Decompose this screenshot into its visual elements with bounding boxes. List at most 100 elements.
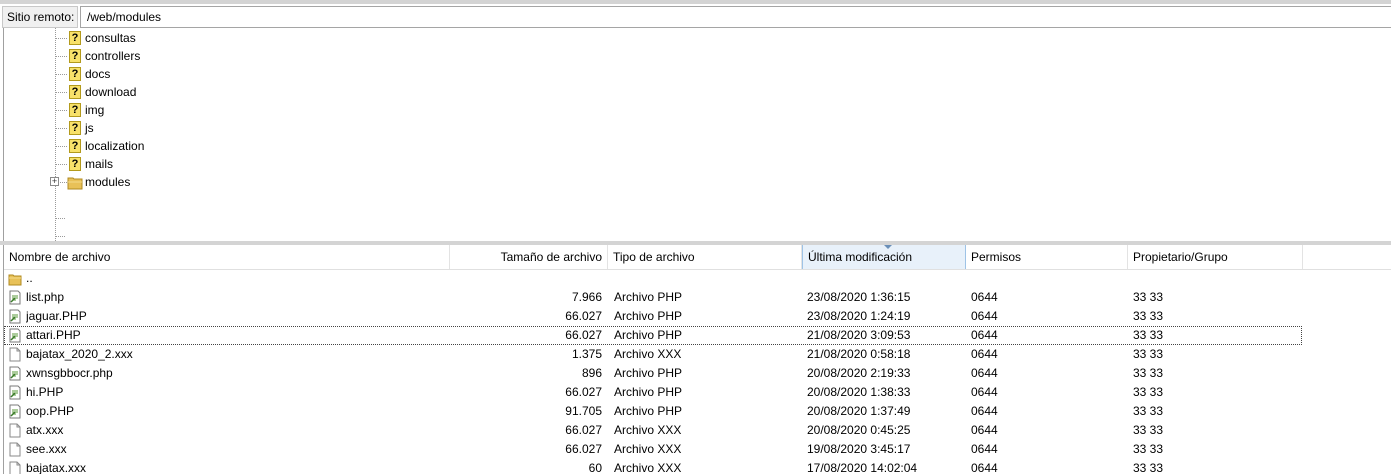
file-size: 66.027: [565, 328, 602, 342]
file-name: hi.PHP: [26, 385, 64, 399]
file-type: Archivo XXX: [614, 347, 682, 361]
file-row[interactable]: jaguar.PHP 66.027 Archivo PHP 23/08/2020 1:…: [4, 307, 1391, 326]
folder-icon: [67, 174, 83, 190]
file-name: list.php: [26, 290, 65, 304]
file-owner: 33 33: [1133, 328, 1164, 342]
tree-connector: [55, 38, 67, 39]
tree-connector: [55, 146, 67, 147]
file-permissions: 0644: [971, 404, 998, 418]
file-size: 66.027: [565, 385, 602, 399]
file-size: 66.027: [565, 442, 602, 456]
file-size: 896: [581, 366, 602, 380]
file-owner: 33 33: [1133, 347, 1164, 361]
file-modified: 21/08/2020 3:09:53: [807, 328, 911, 342]
blank-file-icon: [8, 423, 22, 438]
file-name: bajatax_2020_2.xxx: [26, 347, 133, 361]
column-header-modified[interactable]: Última modificación: [802, 245, 966, 269]
parent-directory-row[interactable]: ..: [4, 269, 1391, 288]
column-header-name[interactable]: Nombre de archivo: [4, 245, 450, 269]
blank-file-icon: [8, 442, 22, 457]
tree-item-label: download: [85, 85, 137, 99]
expand-icon[interactable]: +: [50, 177, 59, 186]
file-modified: 17/08/2020 14:02:04: [807, 461, 918, 474]
file-modified: 20/08/2020 0:45:25: [807, 423, 911, 437]
file-row[interactable]: bajatax_2020_2.xxx 1.375 Archivo XXX 21/08/…: [4, 345, 1391, 364]
file-owner: 33 33: [1133, 366, 1164, 380]
file-size: 60: [588, 461, 602, 474]
tree-item-label: localization: [85, 139, 145, 153]
file-permissions: 0644: [971, 347, 998, 361]
blank-file-icon: [8, 461, 22, 474]
remote-site-label: Sitio remoto:: [2, 6, 78, 28]
file-owner: 33 33: [1133, 404, 1164, 418]
tree-item-label: js: [85, 121, 94, 135]
parent-directory-label: ..: [26, 271, 33, 285]
tree-item-label: modules: [85, 175, 131, 189]
file-modified: 20/08/2020 1:37:49: [807, 404, 911, 418]
file-row[interactable]: see.xxx 66.027 Archivo XXX 19/08/2020 3:45:…: [4, 440, 1391, 459]
blank-file-icon: [8, 347, 22, 362]
file-permissions: 0644: [971, 366, 998, 380]
file-name: jaguar.PHP: [26, 309, 87, 323]
file-name: atx.xxx: [26, 423, 64, 437]
file-size: 66.027: [565, 309, 602, 323]
unknown-folder-icon: ?: [67, 120, 83, 136]
file-size: 7.966: [571, 290, 602, 304]
file-size: 91.705: [565, 404, 602, 418]
file-row[interactable]: hi.PHP 66.027 Archivo PHP 20/08/2020 1:38:3…: [4, 383, 1391, 402]
file-modified: 20/08/2020 1:38:33: [807, 385, 911, 399]
file-owner: 33 33: [1133, 290, 1164, 304]
tree-item-label: mails: [85, 157, 114, 171]
column-header-type-label: Tipo de archivo: [613, 250, 695, 264]
file-owner: 33 33: [1133, 385, 1164, 399]
file-type: Archivo PHP: [614, 404, 683, 418]
column-header-name-label: Nombre de archivo: [9, 250, 111, 264]
file-row[interactable]: atx.xxx 66.027 Archivo XXX 20/08/2020 0:45:…: [4, 421, 1391, 440]
file-row[interactable]: xwnsgbbocr.php 896 Archivo PHP 20/08/2020 2…: [4, 364, 1391, 383]
column-header-owner[interactable]: Propietario/Grupo: [1128, 245, 1303, 269]
tree-connector: [55, 74, 67, 75]
tree-connector: [55, 110, 67, 111]
file-owner: 33 33: [1133, 461, 1164, 474]
file-permissions: 0644: [971, 309, 998, 323]
file-type: Archivo XXX: [614, 442, 682, 456]
file-row[interactable]: attari.PHP 66.027 Archivo PHP 21/08/2020 3:…: [4, 326, 1302, 345]
tree-connector: [55, 92, 67, 93]
php-file-icon: [8, 366, 22, 381]
column-header-modified-label: Última modificación: [808, 250, 913, 264]
column-header-type[interactable]: Tipo de archivo: [608, 245, 802, 269]
php-file-icon: [8, 404, 22, 419]
tree-item-label: controllers: [85, 49, 141, 63]
tree-guide-line: [55, 28, 56, 241]
php-file-icon: [8, 385, 22, 400]
file-type: Archivo PHP: [614, 290, 683, 304]
file-name: see.xxx: [26, 442, 67, 456]
column-header-size-label: Tamaño de archivo: [500, 250, 602, 264]
unknown-folder-icon: ?: [67, 66, 83, 82]
file-type: Archivo XXX: [614, 461, 682, 474]
remote-directory-tree[interactable]: ? consultas? controllers? docs? download? img…: [3, 28, 1391, 241]
unknown-folder-icon: ?: [67, 48, 83, 64]
file-permissions: 0644: [971, 423, 998, 437]
file-name: oop.PHP: [26, 404, 75, 418]
php-file-icon: [8, 290, 22, 305]
remote-path-input[interactable]: /web/modules: [80, 6, 1391, 28]
file-modified: 23/08/2020 1:36:15: [807, 290, 911, 304]
file-permissions: 0644: [971, 461, 998, 474]
file-name: bajatax.xxx: [26, 461, 87, 474]
file-size: 66.027: [565, 423, 602, 437]
column-header-size[interactable]: Tamaño de archivo: [450, 245, 608, 269]
file-type: Archivo XXX: [614, 423, 682, 437]
tree-connector: [55, 56, 67, 57]
unknown-folder-icon: ?: [67, 138, 83, 154]
file-row[interactable]: bajatax.xxx 60 Archivo XXX 17/08/2020 14:02…: [4, 459, 1391, 474]
file-row[interactable]: oop.PHP 91.705 Archivo PHP 20/08/2020 1:37:…: [4, 402, 1391, 421]
column-header-permissions-label: Permisos: [971, 250, 1022, 264]
column-header-permissions[interactable]: Permisos: [966, 245, 1128, 269]
file-permissions: 0644: [971, 290, 998, 304]
remote-file-list[interactable]: Nombre de archivo Tamaño de archivo Tipo…: [3, 245, 1391, 474]
tree-connector: [55, 218, 65, 219]
file-type: Archivo PHP: [614, 309, 683, 323]
file-row[interactable]: list.php 7.966 Archivo PHP 23/08/2020 1:36:…: [4, 288, 1391, 307]
file-size: 1.375: [571, 347, 602, 361]
